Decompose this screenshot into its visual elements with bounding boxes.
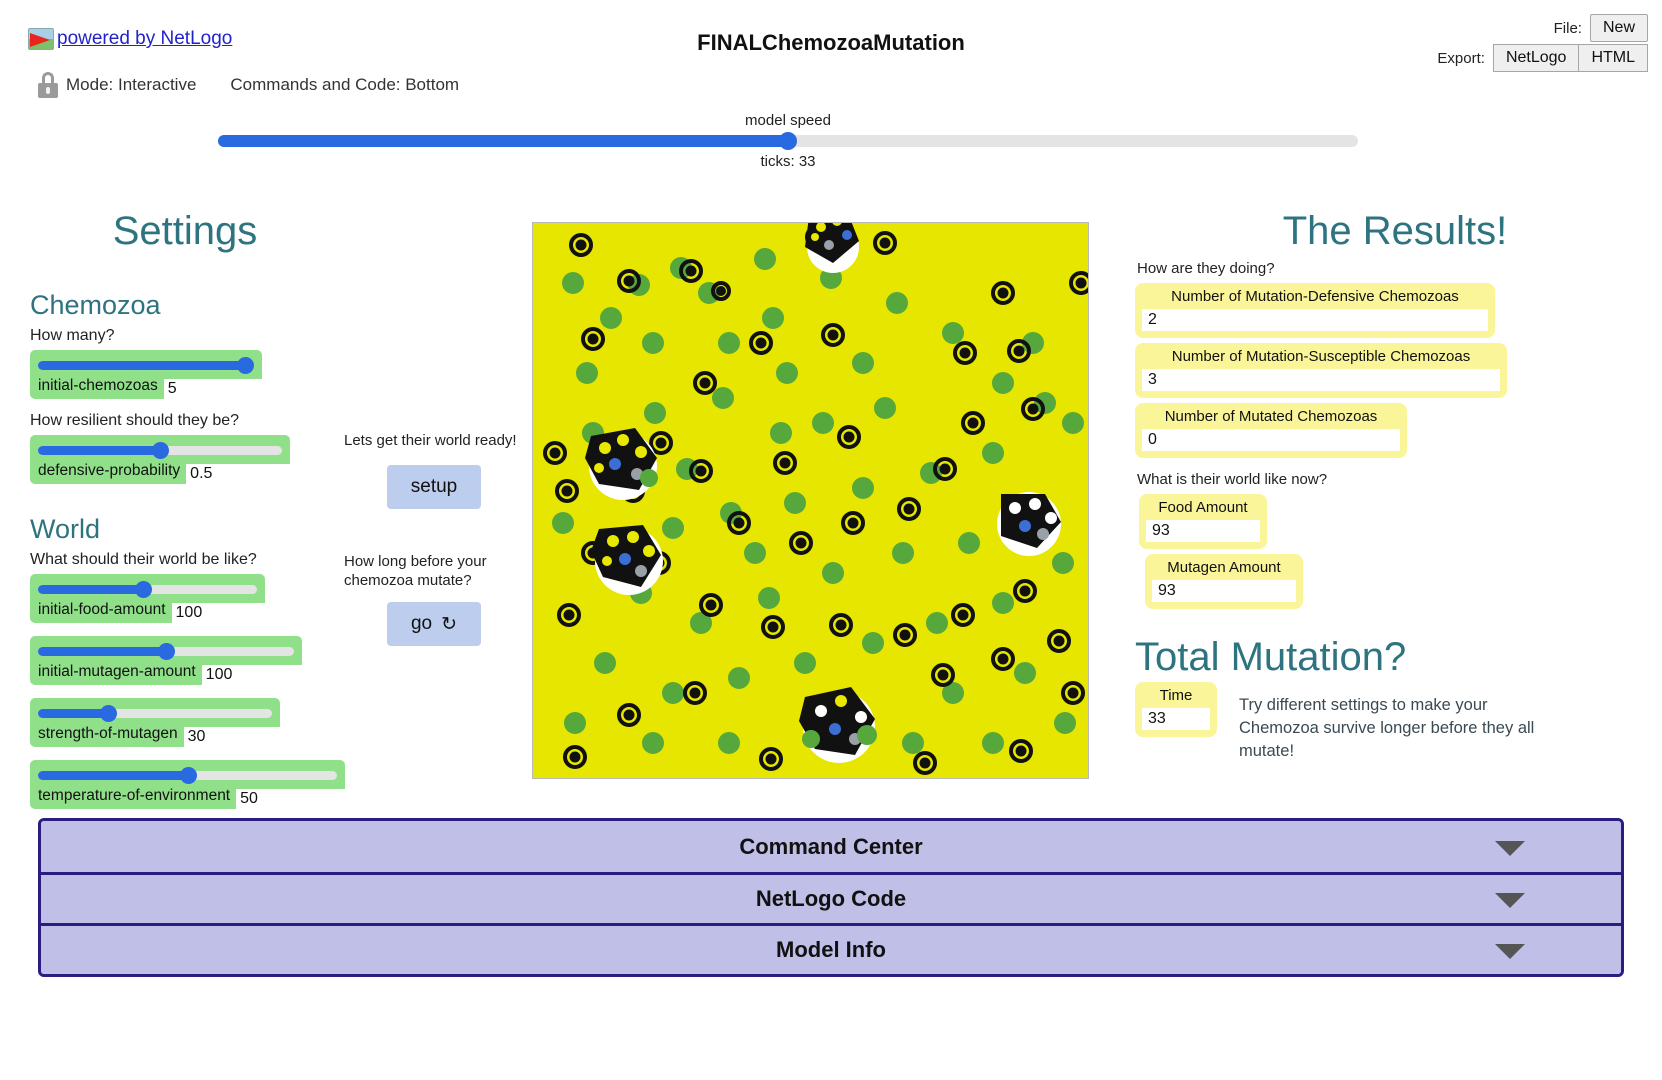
accordion-model-info[interactable]: Model Info xyxy=(41,923,1621,974)
monitor-value: 3 xyxy=(1142,369,1500,391)
slider-fill xyxy=(38,361,246,371)
monitor-label: Time xyxy=(1159,687,1193,704)
monitor-label: Number of Mutation-Defensive Chemozoas xyxy=(1171,288,1459,305)
monitor-food-amount[interactable]: Food Amount 93 xyxy=(1139,494,1267,549)
slider-name: strength-of-mutagen xyxy=(38,725,178,743)
model-speed-fill xyxy=(218,135,788,147)
mode-row: Mode: Interactive Commands and Code: Bot… xyxy=(38,72,459,98)
world-view[interactable] xyxy=(532,222,1089,779)
slider-name: defensive-probability xyxy=(38,462,181,480)
monitor-value: 2 xyxy=(1142,309,1488,331)
accordion-netlogo-code[interactable]: NetLogo Code xyxy=(41,872,1621,923)
monitor-label: Number of Mutated Chemozoas xyxy=(1164,408,1378,425)
slider-value[interactable]: 50 xyxy=(236,789,345,810)
monitor-label: Mutagen Amount xyxy=(1167,559,1281,576)
file-controls: File: New xyxy=(1554,14,1648,42)
page-title: FINALChemozoaMutation xyxy=(697,30,965,55)
chevron-down-icon[interactable] xyxy=(1495,840,1525,856)
slider-fill xyxy=(38,709,109,719)
export-html-button[interactable]: HTML xyxy=(1579,44,1648,72)
accordion-title: NetLogo Code xyxy=(755,886,907,911)
forever-loop-icon: ↻ xyxy=(441,613,458,635)
slider-value[interactable]: 0.5 xyxy=(186,464,290,485)
results-world-question: What is their world like now? xyxy=(1137,471,1328,488)
slider-thumb[interactable] xyxy=(135,581,153,599)
mode-status: Mode: Interactive xyxy=(38,72,196,98)
advice-text: Try different settings to make your Chem… xyxy=(1239,696,1535,760)
monitor-value: 93 xyxy=(1152,580,1296,602)
monitor-mutated-chemozoas[interactable]: Number of Mutated Chemozoas 0 xyxy=(1135,403,1407,458)
slider-strength-of-mutagen[interactable]: strength-of-mutagen 30 xyxy=(30,698,280,748)
slider-defensive-probability[interactable]: defensive-probability 0.5 xyxy=(30,435,290,485)
results-heading: The Results! xyxy=(1282,209,1508,253)
monitor-mutagen-amount[interactable]: Mutagen Amount 93 xyxy=(1145,554,1303,609)
monitor-label: Food Amount xyxy=(1158,499,1248,516)
slider-thumb[interactable] xyxy=(100,705,118,723)
setup-button[interactable]: setup xyxy=(386,464,482,509)
go-note: How long before your chemozoa mutate? xyxy=(344,552,487,589)
world-view-container xyxy=(532,222,1089,779)
export-label: Export: xyxy=(1437,49,1485,67)
accordion-title: Command Center xyxy=(739,833,923,859)
netlogo-web-page: powered by NetLogo Mode: Interactive Com… xyxy=(0,0,1662,1080)
total-mutation-row: Time 33 Try different settings to make y… xyxy=(1135,682,1655,762)
slider-thumb[interactable] xyxy=(158,643,175,661)
setup-note: Lets get their world ready! xyxy=(344,432,517,449)
model-speed-control: model speed ticks: 33 xyxy=(218,112,1358,170)
slider-initial-chemozoas[interactable]: initial-chemozoas 5 xyxy=(30,350,262,400)
bottom-accordions: Command Center NetLogo Code Model Info xyxy=(38,818,1624,977)
file-label: File: xyxy=(1553,19,1582,37)
slider-name: temperature-of-environment xyxy=(38,787,231,805)
model-speed-thumb[interactable] xyxy=(779,132,797,150)
world-canvas xyxy=(533,223,1088,778)
chevron-down-icon[interactable] xyxy=(1495,944,1525,959)
go-button[interactable]: go ↻ xyxy=(386,602,482,647)
go-button-label: go xyxy=(410,613,433,635)
slider-value[interactable]: 5 xyxy=(163,379,262,400)
commands-and-code-label: Commands and Code: Bottom xyxy=(230,75,460,94)
monitor-label: Number of Mutation-Susceptible Chemozoas xyxy=(1171,348,1471,365)
slider-thumb[interactable] xyxy=(237,357,255,375)
accordion-command-center[interactable]: Command Center xyxy=(41,821,1621,872)
slider-thumb[interactable] xyxy=(152,442,169,460)
ticks-counter: ticks: 33 xyxy=(760,153,816,170)
mode-label: Mode: Interactive xyxy=(66,75,197,94)
model-speed-label: model speed xyxy=(745,112,831,129)
slider-name: initial-chemozoas xyxy=(38,377,158,395)
export-netlogo-button[interactable]: NetLogo xyxy=(1492,44,1580,72)
monitor-time[interactable]: Time 33 xyxy=(1135,682,1217,737)
slider-fill xyxy=(38,647,166,657)
command-buttons-panel: Lets get their world ready! setup How lo… xyxy=(344,220,524,647)
slider-initial-mutagen-amount[interactable]: initial-mutagen-amount 100 xyxy=(30,636,302,686)
slider-name: initial-mutagen-amount xyxy=(38,663,196,681)
accordion-title: Model Info xyxy=(776,937,886,962)
chevron-down-icon[interactable] xyxy=(1495,893,1525,908)
total-mutation-heading: Total Mutation? xyxy=(1135,635,1407,679)
setup-button-label: setup xyxy=(410,475,458,497)
slider-value[interactable]: 30 xyxy=(183,727,280,748)
slider-fill xyxy=(38,585,144,595)
monitor-value: 93 xyxy=(1146,520,1260,542)
slider-thumb[interactable] xyxy=(179,767,197,785)
slider-initial-food-amount[interactable]: initial-food-amount 100 xyxy=(30,574,265,624)
slider-value[interactable]: 100 xyxy=(201,665,302,686)
new-file-button[interactable]: New xyxy=(1589,14,1648,42)
slider-fill xyxy=(38,771,188,781)
lock-icon xyxy=(38,72,58,98)
monitor-value: 33 xyxy=(1142,708,1210,730)
slider-temperature-of-environment[interactable]: temperature-of-environment 50 xyxy=(30,760,345,810)
slider-fill xyxy=(38,446,160,456)
monitor-mutation-defensive[interactable]: Number of Mutation-Defensive Chemozoas 2 xyxy=(1135,283,1495,338)
export-controls: Export: NetLogo HTML xyxy=(1437,44,1648,72)
monitor-mutation-susceptible[interactable]: Number of Mutation-Susceptible Chemozoas… xyxy=(1135,343,1507,398)
results-panel: The Results! How are they doing? Number … xyxy=(1135,210,1655,762)
slider-value[interactable]: 100 xyxy=(171,603,265,624)
model-speed-slider[interactable] xyxy=(218,132,1358,150)
slider-name: initial-food-amount xyxy=(38,601,166,619)
results-doing-question: How are they doing? xyxy=(1137,260,1275,277)
monitor-value: 0 xyxy=(1142,429,1400,451)
